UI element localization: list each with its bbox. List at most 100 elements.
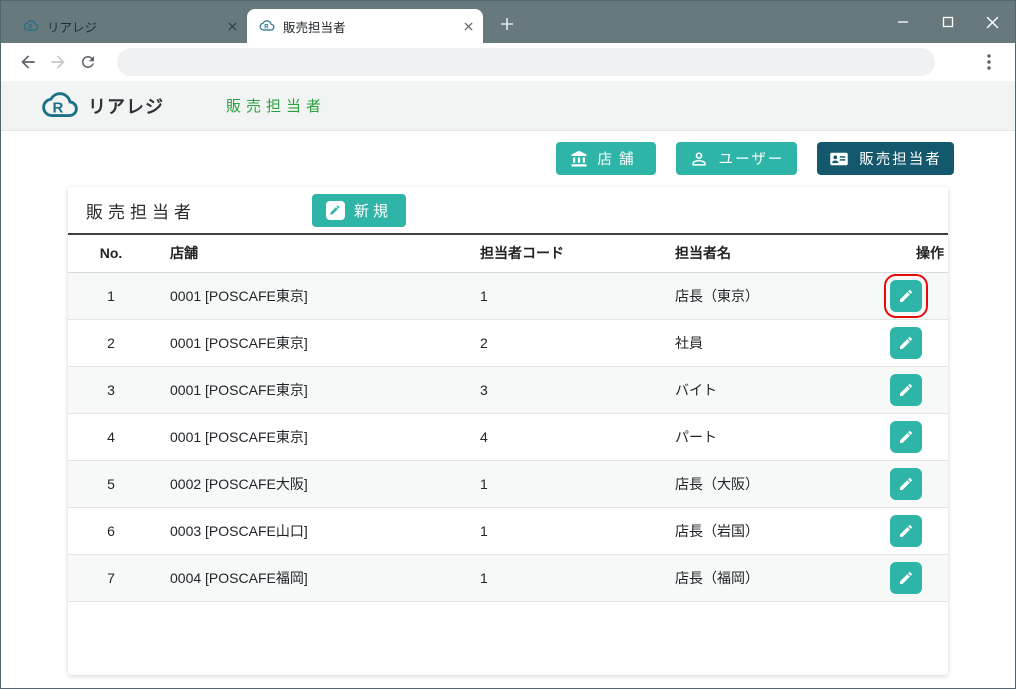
table-row: 4 0001 [POSCAFE東京] 4 パート [68,413,948,460]
cell-no: 1 [68,272,154,319]
logo-cloud-icon: R [39,91,81,121]
back-icon [18,52,38,72]
column-header-no: No. [68,235,154,272]
table-header-row: No. 店舗 担当者コード 担当者名 操作 [68,235,948,272]
tab-close-icon[interactable] [459,17,477,35]
new-tab-button[interactable] [493,10,521,38]
store-nav-label: 店舗 [598,148,641,169]
logo-text: リアレジ [88,93,164,119]
browser-tab-bar: R リアレジ R 販売担当者 [1,1,1015,43]
column-header-name: 担当者名 [659,235,839,272]
sales-staff-nav-label: 販売担当者 [859,148,942,169]
breadcrumb-current-page[interactable]: 販売担当者 [226,95,326,116]
tab-sales-staff[interactable]: R 販売担当者 [247,9,483,43]
window-controls [880,1,1015,43]
reload-icon [79,53,97,71]
close-window-button[interactable] [970,1,1015,43]
pencil-badge-icon [326,201,345,220]
minimize-icon [897,16,909,28]
cell-code: 2 [464,319,659,366]
svg-text:R: R [264,25,269,31]
user-nav-button[interactable]: ユーザー [676,142,797,175]
cell-store: 0001 [POSCAFE東京] [154,413,464,460]
pencil-icon [898,570,914,586]
kebab-menu-icon [987,54,991,70]
table-row: 3 0001 [POSCAFE東京] 3 バイト [68,366,948,413]
store-nav-button[interactable]: 店舗 [556,142,656,175]
app-favicon-cloud-icon: R [23,18,39,34]
cell-name: 店長（東京） [659,272,839,319]
edit-row-button[interactable] [890,468,922,500]
sales-staff-panel: 販売担当者 新規 No. 店舗 担当者コード 担当者名 操作 [68,187,948,675]
cell-store: 0003 [POSCAFE山口] [154,507,464,554]
edit-row-button-highlighted[interactable] [890,280,922,312]
maximize-button[interactable] [925,1,970,43]
tab-close-icon[interactable] [223,17,241,35]
cell-code: 3 [464,366,659,413]
back-button[interactable] [13,47,43,77]
cell-name: パート [659,413,839,460]
cell-no: 4 [68,413,154,460]
table-row: 2 0001 [POSCAFE東京] 2 社員 [68,319,948,366]
pencil-icon [898,288,914,304]
browser-menu-button[interactable] [975,48,1003,76]
cell-code: 1 [464,554,659,601]
pencil-icon [898,523,914,539]
user-icon [689,149,709,169]
cell-name: 店長（岩国） [659,507,839,554]
id-card-icon [829,149,849,169]
cell-name: 社員 [659,319,839,366]
forward-button[interactable] [43,47,73,77]
edit-row-button[interactable] [890,327,922,359]
cell-no: 5 [68,460,154,507]
app-favicon-cloud-icon: R [259,18,275,34]
top-nav-buttons: 店舗 ユーザー 販売担当者 [1,131,1015,175]
reload-button[interactable] [73,47,103,77]
browser-toolbar [1,43,1015,81]
pencil-icon [898,335,914,351]
browser-window: R リアレジ R 販売担当者 R リアレジ 販売担当者 [0,0,1016,689]
table-row: 5 0002 [POSCAFE大阪] 1 店長（大阪） [68,460,948,507]
sales-staff-table: No. 店舗 担当者コード 担当者名 操作 1 0001 [POSCAFE東京]… [68,235,948,602]
cell-name: バイト [659,366,839,413]
new-record-button[interactable]: 新規 [312,194,406,227]
cell-no: 2 [68,319,154,366]
edit-row-button[interactable] [890,374,922,406]
column-header-ops: 操作 [839,235,948,272]
plus-icon [500,17,514,31]
cell-no: 6 [68,507,154,554]
app-header: R リアレジ 販売担当者 [1,81,1015,131]
user-nav-label: ユーザー [719,148,785,169]
maximize-icon [942,16,954,28]
app-logo[interactable]: R リアレジ [39,91,164,121]
cell-store: 0004 [POSCAFE福岡] [154,554,464,601]
cell-name: 店長（福岡） [659,554,839,601]
svg-text:R: R [28,25,33,31]
url-input[interactable] [117,48,935,76]
pencil-icon [898,476,914,492]
edit-row-button[interactable] [890,562,922,594]
cell-code: 1 [464,460,659,507]
cell-store: 0001 [POSCAFE東京] [154,272,464,319]
panel-title: 販売担当者 [86,198,196,223]
edit-row-button[interactable] [890,515,922,547]
edit-row-button[interactable] [890,421,922,453]
cell-code: 1 [464,272,659,319]
minimize-button[interactable] [880,1,925,43]
cell-no: 3 [68,366,154,413]
main-content: 店舗 ユーザー 販売担当者 販売担当者 新規 [1,131,1015,688]
cell-store: 0001 [POSCAFE東京] [154,366,464,413]
svg-text:R: R [53,99,64,116]
column-header-code: 担当者コード [464,235,659,272]
panel-header: 販売担当者 新規 [68,187,948,235]
bank-icon [570,150,588,168]
tab-title: 販売担当者 [283,17,451,36]
forward-icon [48,52,68,72]
pencil-icon [898,382,914,398]
cell-store: 0001 [POSCAFE東京] [154,319,464,366]
column-header-store: 店舗 [154,235,464,272]
cell-store: 0002 [POSCAFE大阪] [154,460,464,507]
cell-code: 4 [464,413,659,460]
tab-rearegi[interactable]: R リアレジ [11,9,247,43]
sales-staff-nav-button[interactable]: 販売担当者 [817,142,954,175]
